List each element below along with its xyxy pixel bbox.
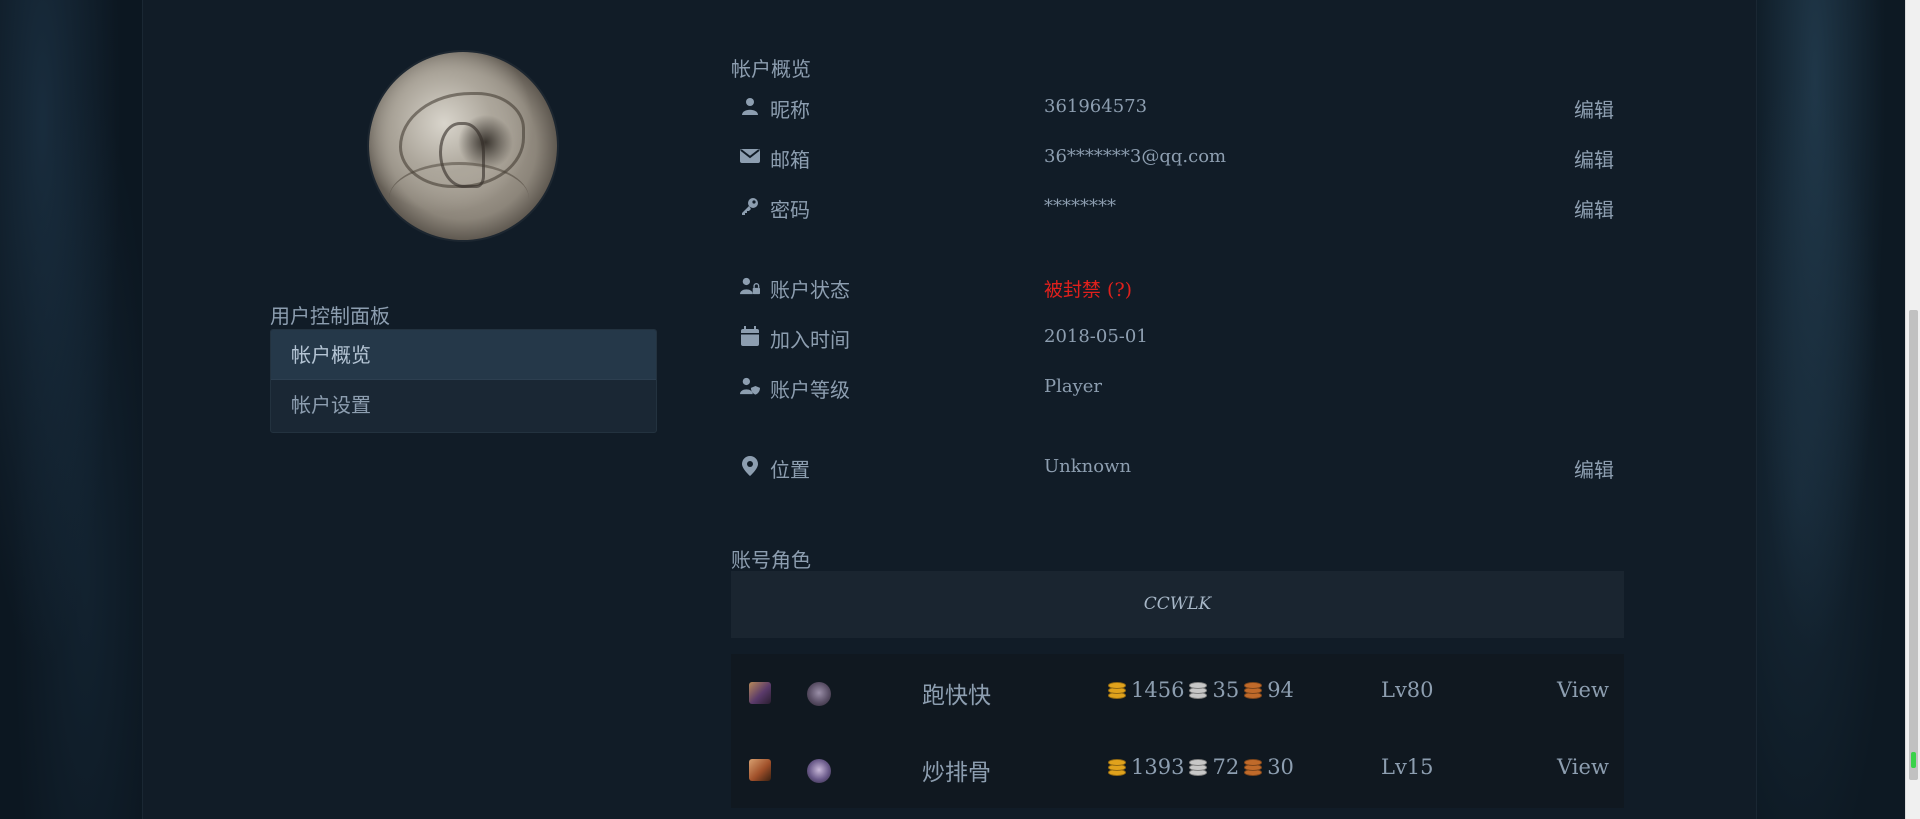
silver-coin-icon [1188,756,1210,778]
background-left [0,0,142,819]
account-status-label: 账户状态 [770,278,850,302]
sidebar-item-account-settings[interactable]: 帐户设置 [271,380,656,430]
key-icon [740,196,760,216]
account-overview-title: 帐户概览 [731,57,811,81]
edit-password-button[interactable]: 编辑 [1574,194,1614,223]
gold-amount: 1393 [1131,755,1185,779]
character-level: Lv80 [1381,678,1434,702]
copper-amount: 94 [1267,678,1294,702]
character-name: 跑快快 [922,683,991,709]
nickname-value: 361964573 [1044,96,1148,117]
silver-coin-icon [1188,679,1210,701]
page-scrollbar[interactable] [1905,0,1920,819]
scrollbar-marker [1911,752,1916,768]
gold-amount: 1456 [1131,678,1185,702]
gold-coin-icon [1107,756,1129,778]
rogue-icon [807,759,831,783]
human-female-icon [749,759,771,781]
copper-coin-icon [1243,756,1265,778]
realm-header: CCWLK [731,571,1624,638]
envelope-icon [740,146,760,166]
email-label: 邮箱 [770,148,810,172]
view-character-button[interactable]: View [1557,678,1609,702]
edit-email-button[interactable]: 编辑 [1574,144,1614,173]
control-panel-title: 用户控制面板 [270,304,390,328]
edit-nickname-button[interactable]: 编辑 [1574,94,1614,123]
characters-title: 账号角色 [731,548,811,572]
character-name: 炒排骨 [922,760,991,786]
sidebar-item-account-overview[interactable]: 帐户概览 [271,330,656,380]
user-lock-icon [740,276,760,296]
map-pin-icon [740,456,760,476]
avatar [369,52,557,240]
nickname-label: 昵称 [770,98,810,122]
location-label: 位置 [770,458,810,482]
warlock-icon [807,682,831,706]
character-money: 1393 72 30 [1107,755,1294,779]
password-value: ******** [1044,196,1116,217]
scrollbar-thumb[interactable] [1909,310,1918,780]
location-value: Unknown [1044,456,1132,477]
copper-amount: 30 [1267,755,1294,779]
copper-coin-icon [1243,679,1265,701]
edit-location-button[interactable]: 编辑 [1574,454,1614,483]
join-date-value: 2018-05-01 [1044,326,1148,347]
character-row: 炒排骨 1393 72 30 Lv15 View [731,731,1624,808]
join-date-label: 加入时间 [770,328,850,352]
sidebar-menu: 帐户概览 帐户设置 [270,329,657,433]
gold-coin-icon [1107,679,1129,701]
character-money: 1456 35 94 [1107,678,1294,702]
email-value: 36*******3@qq.com [1044,146,1227,167]
character-row: 跑快快 1456 35 94 Lv80 View [731,654,1624,731]
user-shield-icon [740,376,760,396]
background-right [1755,0,1905,819]
account-level-label: 账户等级 [770,378,850,402]
account-status-value[interactable]: 被封禁 (?) [1044,275,1132,302]
password-label: 密码 [770,198,810,222]
account-level-value: Player [1044,376,1103,397]
user-icon [740,96,760,116]
silver-amount: 72 [1212,755,1240,779]
view-character-button[interactable]: View [1557,755,1609,779]
calendar-icon [740,326,760,346]
blood-elf-female-icon [749,682,771,704]
character-level: Lv15 [1381,755,1434,779]
silver-amount: 35 [1212,678,1240,702]
